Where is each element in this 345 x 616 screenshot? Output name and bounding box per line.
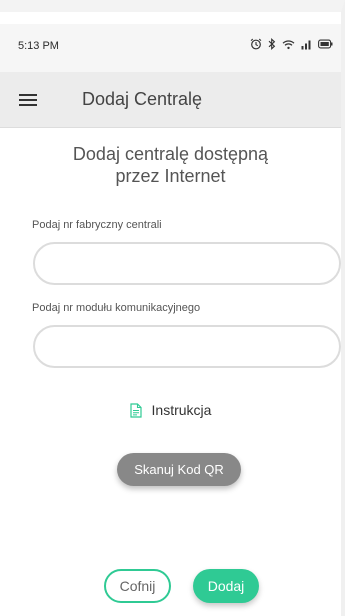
battery-icon: [318, 39, 333, 49]
module-number-field-wrapper: [33, 325, 341, 368]
scan-qr-button[interactable]: Skanuj Kod QR: [117, 453, 241, 486]
status-icons: [250, 38, 333, 50]
alarm-icon: [250, 38, 262, 50]
back-button[interactable]: Cofnij: [104, 569, 171, 603]
status-bar: 5:13 PM: [0, 24, 341, 72]
serial-number-input[interactable]: [35, 244, 339, 283]
serial-number-label: Podaj nr fabryczny centrali: [32, 219, 162, 231]
instructions-label: Instrukcja: [151, 402, 212, 418]
serial-number-field-wrapper: [33, 242, 341, 285]
screen: 5:13 PM Dodaj Centralę Dodaj centralę do…: [0, 0, 345, 616]
form-heading-line-2: przez Internet: [115, 166, 226, 186]
bluetooth-icon: [268, 38, 276, 50]
instructions-link[interactable]: Instrukcja: [0, 402, 341, 418]
status-time: 5:13 PM: [18, 40, 59, 52]
form-heading-line-1: Dodaj centralę dostępną: [72, 144, 269, 164]
page-title: Dodaj Centralę: [82, 89, 203, 109]
module-number-input[interactable]: [35, 327, 339, 366]
add-button[interactable]: Dodaj: [193, 569, 259, 603]
signal-icon: [301, 40, 311, 49]
form-heading: Dodaj centralę dostępną przez Internet: [0, 143, 341, 187]
wifi-icon: [282, 39, 295, 49]
hamburger-menu-icon[interactable]: [16, 88, 40, 112]
module-number-label: Podaj nr modułu komunikacyjnego: [32, 302, 201, 314]
document-icon: [129, 402, 142, 418]
app-bar: Dodaj Centralę: [0, 72, 341, 128]
